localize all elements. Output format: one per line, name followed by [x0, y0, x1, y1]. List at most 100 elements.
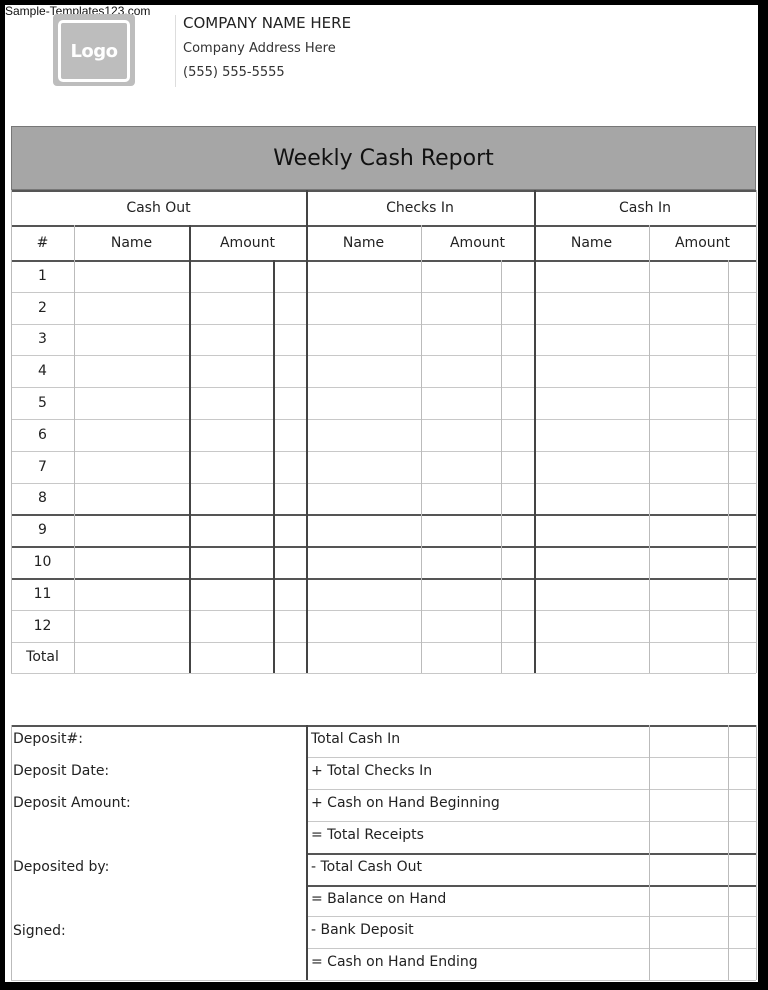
entry-cell[interactable] [421, 292, 534, 324]
summary-amount-cell[interactable] [649, 757, 756, 789]
entry-cell[interactable] [306, 292, 421, 324]
grid-line [306, 852, 756, 855]
entry-cell[interactable] [189, 578, 306, 610]
summary-amount-cell[interactable] [649, 948, 756, 980]
entry-cell[interactable] [421, 419, 534, 451]
entry-cell[interactable] [74, 419, 189, 451]
summary-amount-cell[interactable] [649, 789, 756, 821]
entry-cell[interactable] [306, 610, 421, 642]
summary-amount-cell[interactable] [649, 885, 756, 917]
grid-line [756, 725, 757, 981]
entry-cell[interactable] [421, 483, 534, 515]
entry-cell[interactable] [189, 292, 306, 324]
entry-cell[interactable] [649, 419, 756, 451]
entry-cell[interactable] [649, 292, 756, 324]
entry-cell[interactable] [306, 642, 421, 674]
entry-cell[interactable] [534, 642, 649, 674]
deposit-field-input[interactable] [121, 729, 298, 751]
deposit-field-input[interactable] [81, 921, 298, 943]
entry-cell[interactable] [74, 483, 189, 515]
entry-cell[interactable] [649, 451, 756, 483]
entry-cell[interactable] [74, 451, 189, 483]
entry-cell[interactable] [421, 514, 534, 546]
summary-amount-cell[interactable] [649, 853, 756, 885]
entry-cell[interactable] [534, 578, 649, 610]
entry-cell[interactable] [189, 642, 306, 674]
entry-cell[interactable] [421, 451, 534, 483]
entry-cell[interactable] [534, 260, 649, 292]
entry-cell[interactable] [189, 387, 306, 419]
column-header: Name [570, 234, 613, 251]
entry-cell[interactable] [306, 578, 421, 610]
entry-cell[interactable] [74, 324, 189, 356]
entry-cell[interactable] [534, 387, 649, 419]
entry-cell[interactable] [421, 355, 534, 387]
entry-cell[interactable] [421, 642, 534, 674]
entry-cell[interactable] [74, 610, 189, 642]
deposit-field-input[interactable] [131, 857, 298, 879]
entry-cell[interactable] [189, 483, 306, 515]
entry-cell[interactable] [306, 514, 421, 546]
entry-cell[interactable] [649, 483, 756, 515]
entry-cell[interactable] [189, 260, 306, 292]
entry-cell[interactable] [306, 260, 421, 292]
entry-cell[interactable] [649, 324, 756, 356]
entry-cell[interactable] [649, 642, 756, 674]
entry-cell[interactable] [534, 419, 649, 451]
column-header: Amount [449, 234, 505, 251]
entry-cell[interactable] [421, 324, 534, 356]
grid-line [11, 387, 756, 389]
entry-cell[interactable] [421, 610, 534, 642]
entry-cell[interactable] [421, 546, 534, 578]
entry-cell[interactable] [421, 260, 534, 292]
summary-amount-cell[interactable] [649, 725, 756, 757]
row-number: 10 [33, 554, 52, 571]
entry-cell[interactable] [421, 387, 534, 419]
entry-cell[interactable] [534, 355, 649, 387]
entry-cell[interactable] [306, 546, 421, 578]
entry-cell[interactable] [189, 610, 306, 642]
entry-cell[interactable] [649, 387, 756, 419]
entry-cell[interactable] [534, 292, 649, 324]
entry-cell[interactable] [534, 324, 649, 356]
entry-cell[interactable] [534, 514, 649, 546]
entry-cell[interactable] [189, 514, 306, 546]
entry-cell[interactable] [534, 451, 649, 483]
entry-cell[interactable] [189, 419, 306, 451]
deposit-field-input[interactable] [121, 761, 298, 783]
entry-cell[interactable] [421, 578, 534, 610]
entry-cell[interactable] [534, 610, 649, 642]
entry-cell[interactable] [74, 387, 189, 419]
entry-cell[interactable] [534, 546, 649, 578]
entry-cell[interactable] [74, 642, 189, 674]
entry-cell[interactable] [74, 292, 189, 324]
deposit-field-label: Deposit Date: [13, 763, 110, 779]
grid-line [11, 482, 756, 484]
entry-cell[interactable] [649, 260, 756, 292]
entry-cell[interactable] [649, 610, 756, 642]
entry-cell[interactable] [649, 546, 756, 578]
entry-cell[interactable] [74, 514, 189, 546]
summary-amount-cell[interactable] [649, 916, 756, 948]
entry-cell[interactable] [306, 355, 421, 387]
entry-cell[interactable] [306, 387, 421, 419]
entry-cell[interactable] [74, 260, 189, 292]
entry-cell[interactable] [534, 483, 649, 515]
entry-cell[interactable] [649, 578, 756, 610]
entry-cell[interactable] [649, 355, 756, 387]
grid-line [649, 225, 650, 674]
entry-cell[interactable] [306, 451, 421, 483]
entry-cell[interactable] [189, 451, 306, 483]
entry-cell[interactable] [189, 355, 306, 387]
entry-cell[interactable] [306, 324, 421, 356]
deposit-field-input[interactable] [151, 793, 298, 815]
entry-cell[interactable] [649, 514, 756, 546]
entry-cell[interactable] [189, 546, 306, 578]
entry-cell[interactable] [74, 546, 189, 578]
entry-cell[interactable] [74, 578, 189, 610]
summary-amount-cell[interactable] [649, 821, 756, 853]
entry-cell[interactable] [74, 355, 189, 387]
entry-cell[interactable] [306, 483, 421, 515]
entry-cell[interactable] [189, 324, 306, 356]
entry-cell[interactable] [306, 419, 421, 451]
